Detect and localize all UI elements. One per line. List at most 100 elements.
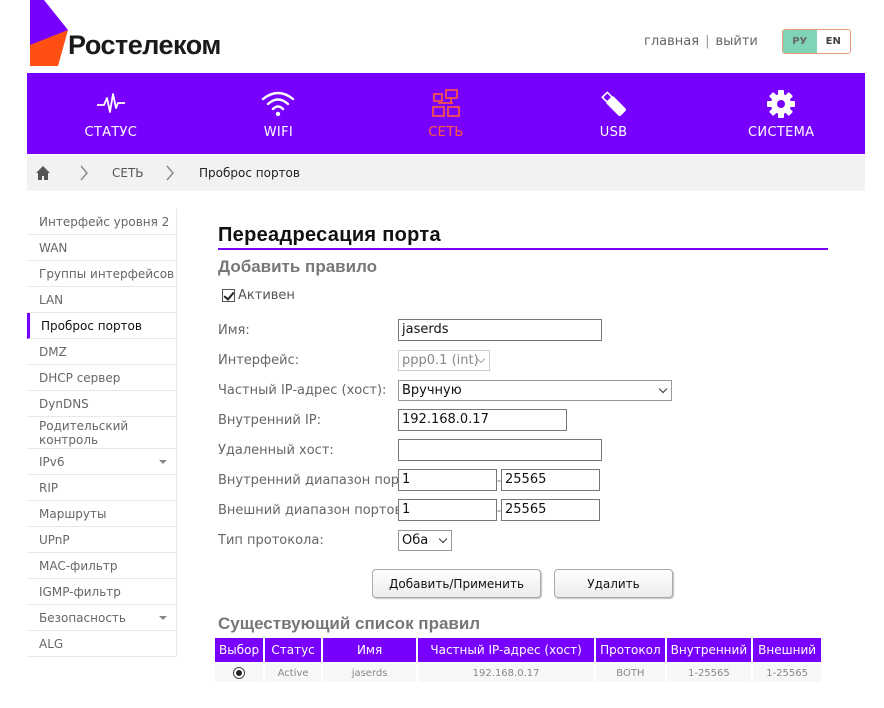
nav-wifi[interactable]: WIFI <box>195 73 363 154</box>
sidebar-item-dhcp[interactable]: DHCP сервер <box>27 365 177 391</box>
interface-select[interactable]: ppp0.1 (int) <box>398 350 490 371</box>
rules-table: Выбор Статус Имя Частный IP-адрес (хост)… <box>213 638 823 682</box>
col-internal: Внутренний <box>666 638 752 662</box>
nav-network-label: СЕТЬ <box>428 125 464 140</box>
col-protocol: Протокол <box>596 638 665 662</box>
sidebar: Интерфейс уровня 2 WAN Группы интерфейсо… <box>27 209 177 657</box>
name-input[interactable]: jaserds <box>398 319 602 341</box>
sidebar-item-parental-control[interactable]: Родительский контроль <box>27 417 177 449</box>
top-links: главная | выйти <box>644 34 758 49</box>
internal-range-label: Внутренний диапазон портов: <box>218 473 427 488</box>
col-name: Имя <box>323 638 417 662</box>
sidebar-item-mac-filter[interactable]: MAC-фильтр <box>27 553 177 579</box>
breadcrumb-section[interactable]: СЕТЬ <box>112 166 144 180</box>
caret-down-icon <box>159 616 167 620</box>
sidebar-item-dyndns[interactable]: DynDNS <box>27 391 177 417</box>
add-apply-button[interactable]: Добавить/Применить <box>372 569 541 598</box>
sidebar-item-ipv6[interactable]: IPv6 <box>27 449 177 475</box>
delete-button[interactable]: Удалить <box>554 569 673 598</box>
nav-status-label: СТАТУС <box>84 125 138 140</box>
remote-host-input[interactable] <box>398 439 602 461</box>
active-label: Активен <box>238 288 295 303</box>
brand-name: Ростелеком <box>68 30 221 60</box>
col-external: Внешний <box>753 638 822 662</box>
sidebar-item-igmp-filter[interactable]: IGMP-фильтр <box>27 579 177 605</box>
external-port-to-input[interactable]: 25565 <box>501 499 600 521</box>
row-host: 192.168.0.17 <box>418 662 595 682</box>
sidebar-item-lan[interactable]: LAN <box>27 287 177 313</box>
rules-list-heading: Существующий список правил <box>218 614 481 633</box>
external-port-from-input[interactable]: 1 <box>398 499 497 521</box>
sidebar-item-routes[interactable]: Маршруты <box>27 501 177 527</box>
internal-ip-input[interactable]: 192.168.0.17 <box>398 409 567 431</box>
logout-link[interactable]: выйти <box>715 34 757 49</box>
sidebar-item-security[interactable]: Безопасность <box>27 605 177 631</box>
sidebar-item-interface-groups[interactable]: Группы интерфейсов <box>27 261 177 287</box>
network-icon <box>432 89 460 117</box>
remote-host-label: Удаленный хост: <box>218 443 334 458</box>
sidebar-item-port-forwarding[interactable]: Проброс портов <box>27 313 177 339</box>
private-ip-select[interactable]: Вручную <box>398 380 672 401</box>
logo-mark-icon <box>30 0 68 66</box>
active-checkbox[interactable] <box>222 289 235 302</box>
col-select: Выбор <box>215 638 264 662</box>
sidebar-item-alg[interactable]: ALG <box>27 631 177 657</box>
nav-system-label: СИСТЕМА <box>748 125 815 140</box>
protocol-label: Тип протокола: <box>218 533 324 548</box>
row-select-cell <box>215 662 264 682</box>
usb-icon <box>600 91 626 116</box>
sidebar-item-dmz[interactable]: DMZ <box>27 339 177 365</box>
col-host: Частный IP-адрес (хост) <box>418 638 595 662</box>
breadcrumb: СЕТЬ Проброс портов <box>27 155 865 191</box>
rostelecom-logo[interactable]: Ростелеком <box>28 0 238 68</box>
interface-label: Интерфейс: <box>218 353 300 368</box>
sidebar-item-upnp[interactable]: UPnP <box>27 527 177 553</box>
private-ip-label: Частный IP-адрес (хост): <box>218 383 387 398</box>
row-status: Active <box>265 662 322 682</box>
row-internal: 1-25565 <box>666 662 752 682</box>
chevron-right-icon <box>80 165 88 181</box>
table-row: Active jaserds 192.168.0.17 BOTH 1-25565… <box>215 662 822 682</box>
language-switch: РУ EN <box>782 29 851 54</box>
internal-port-to-input[interactable]: 25565 <box>501 469 600 491</box>
active-row: Активен <box>222 288 295 303</box>
nav-usb[interactable]: USB <box>530 73 698 154</box>
protocol-select[interactable]: Оба <box>398 530 452 551</box>
sidebar-item-wan[interactable]: WAN <box>27 235 177 261</box>
nav-status[interactable]: СТАТУС <box>27 73 195 154</box>
sidebar-item-l2-interface[interactable]: Интерфейс уровня 2 <box>27 209 177 235</box>
sidebar-item-label: IPv6 <box>39 454 65 469</box>
sidebar-item-label: Безопасность <box>39 610 126 625</box>
nav-wifi-label: WIFI <box>263 125 293 140</box>
pulse-icon <box>96 93 125 113</box>
sidebar-item-rip[interactable]: RIP <box>27 475 177 501</box>
main-nav: СТАТУС WIFI СЕТЬ USB СИСТЕМА <box>27 73 865 154</box>
interface-select-value: ppp0.1 (int) <box>402 353 479 368</box>
protocol-select-value: Оба <box>402 533 429 548</box>
external-range-label: Внешний диапазон портов: <box>218 503 407 518</box>
chevron-right-icon <box>166 165 174 181</box>
row-external: 1-25565 <box>753 662 822 682</box>
lang-en-button[interactable]: EN <box>816 30 850 53</box>
chevron-down-icon <box>438 534 448 544</box>
name-label: Имя: <box>218 323 250 338</box>
col-status: Статус <box>265 638 322 662</box>
private-ip-select-value: Вручную <box>402 383 462 398</box>
lang-ru-button[interactable]: РУ <box>783 30 817 53</box>
nav-network[interactable]: СЕТЬ <box>362 73 530 154</box>
internal-ip-label: Внутренний IP: <box>218 413 322 428</box>
nav-usb-label: USB <box>599 125 628 140</box>
nav-system[interactable]: СИСТЕМА <box>697 73 865 154</box>
home-link[interactable]: главная <box>644 34 699 49</box>
caret-down-icon <box>159 460 167 464</box>
table-header-row: Выбор Статус Имя Частный IP-адрес (хост)… <box>215 638 822 662</box>
internal-port-from-input[interactable]: 1 <box>398 469 497 491</box>
link-separator: | <box>705 34 710 49</box>
gear-icon <box>767 90 796 118</box>
row-name: jaserds <box>323 662 417 682</box>
page-title: Переадресация порта <box>218 224 828 250</box>
home-icon[interactable] <box>35 165 51 181</box>
chevron-down-icon <box>658 384 668 394</box>
row-select-radio[interactable] <box>233 667 246 679</box>
wifi-icon <box>262 91 295 117</box>
